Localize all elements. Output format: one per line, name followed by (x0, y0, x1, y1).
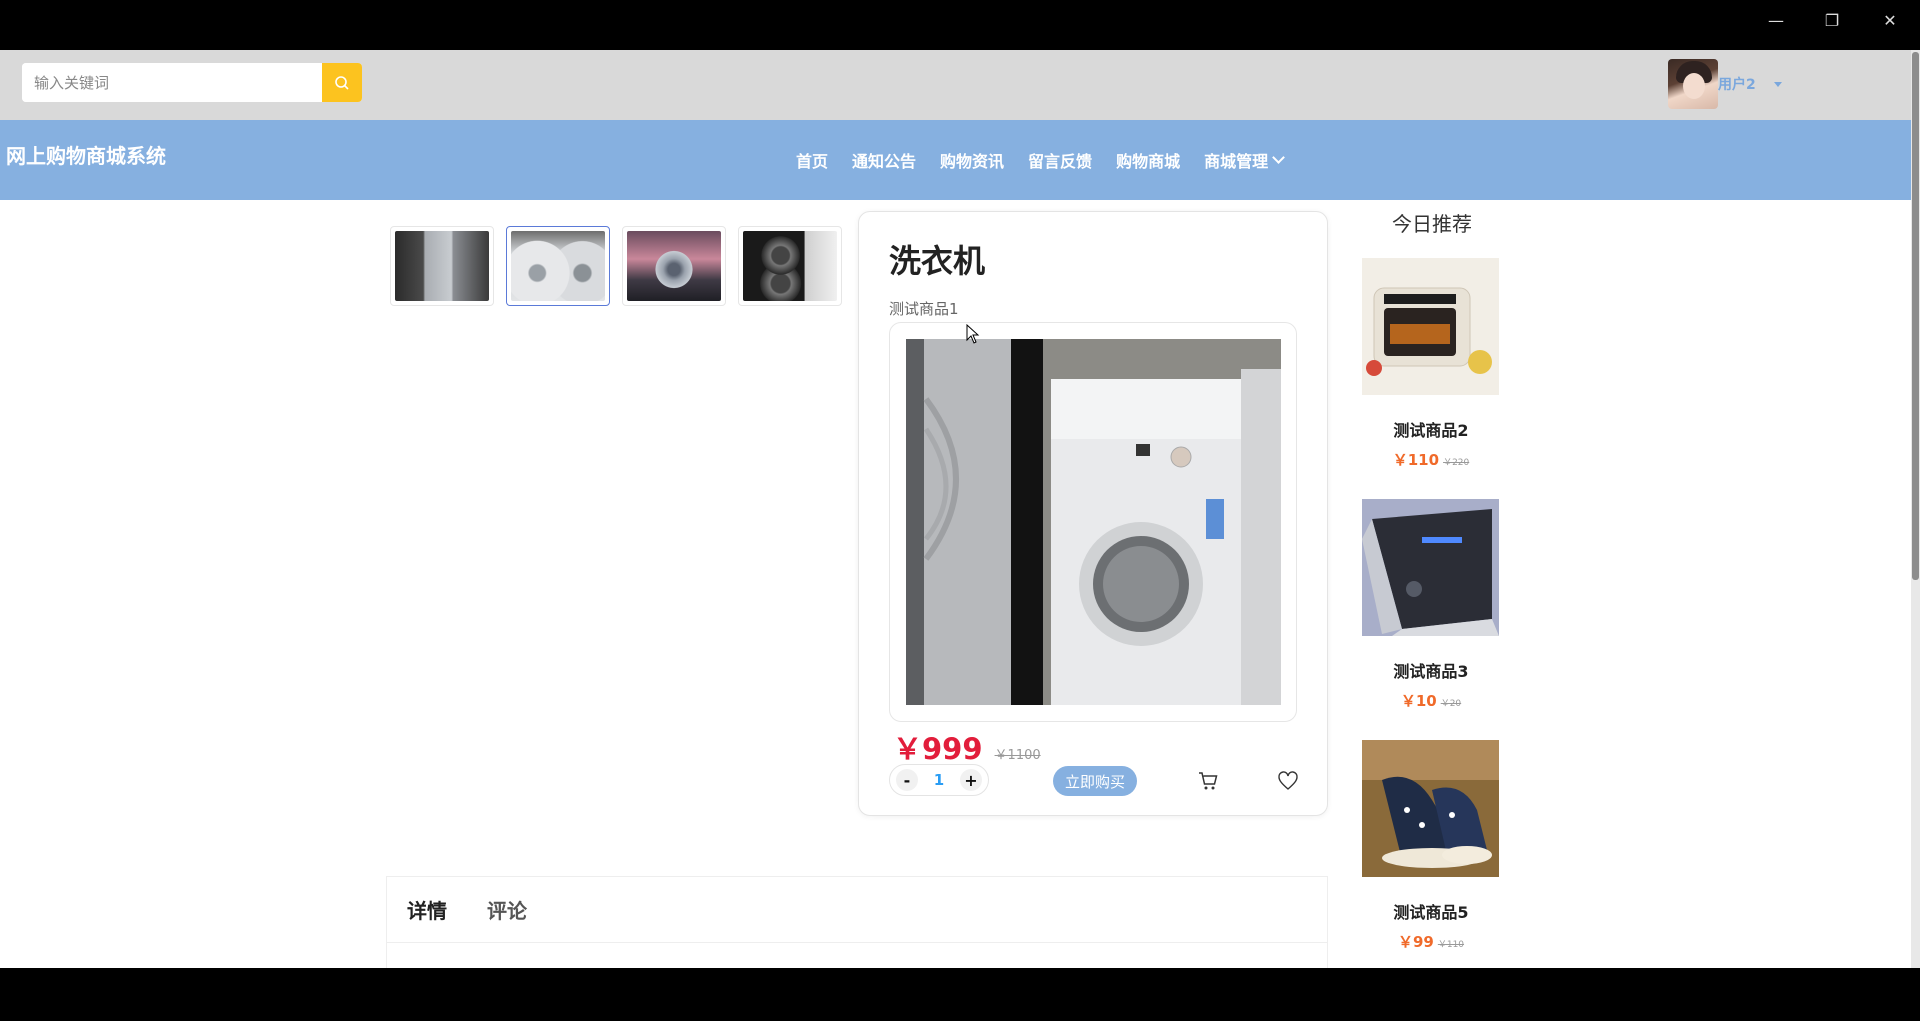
recommended-item[interactable]: 测试商品3 ￥10 ￥20 (1362, 499, 1500, 711)
chevron-down-icon (1272, 151, 1285, 164)
recommended-item-price: ￥10 (1400, 692, 1437, 710)
price-row: ￥999 ￥1100 (893, 726, 1041, 768)
range-hood-image (1362, 499, 1499, 636)
recommended-item-old-price: ￥110 (1437, 940, 1465, 950)
nav-item-notices[interactable]: 通知公告 (852, 148, 916, 172)
product-card: 洗衣机 测试商品1 ￥999 ￥1100 - 1 + 立即购买 (858, 211, 1328, 816)
minimize-button[interactable]: — (1756, 6, 1796, 34)
product-title: 洗衣机 (889, 242, 986, 280)
search-input[interactable] (22, 63, 322, 102)
top-bar: 用户2 (0, 50, 1911, 120)
recommended-item-name: 测试商品3 (1393, 662, 1469, 681)
recommended-item-price: ￥110 (1392, 451, 1440, 469)
product-subtitle: 测试商品1 (889, 300, 959, 318)
user-menu[interactable]: 用户2 (1668, 59, 1782, 109)
product-thumbnails (390, 226, 854, 306)
buy-now-button[interactable]: 立即购买 (1053, 766, 1137, 796)
tab-bar: 详情 评论 (387, 877, 1327, 943)
search-button[interactable] (322, 63, 362, 102)
oven-image (1362, 258, 1499, 395)
recommended-item-old-price: ￥220 (1443, 458, 1470, 468)
recommended-item-name: 测试商品2 (1393, 421, 1469, 440)
tab-comments[interactable]: 评论 (487, 895, 527, 924)
recommended-item-prices: ￥110 ￥220 (1362, 449, 1500, 470)
washer-thumbnail-image (395, 231, 489, 301)
quantity-stepper: - 1 + (889, 764, 989, 796)
recommended-item[interactable]: 测试商品2 ￥110 ￥220 (1362, 258, 1500, 470)
quantity-value[interactable]: 1 (934, 771, 944, 789)
search-box (22, 63, 362, 102)
increase-quantity-button[interactable]: + (960, 769, 982, 791)
nav-item-shopping-news[interactable]: 购物资讯 (940, 148, 1004, 172)
nav-menu: 首页 通知公告 购物资讯 留言反馈 购物商城 商城管理 (784, 120, 1295, 200)
scrollbar-thumb[interactable] (1912, 52, 1919, 580)
user-name: 用户2 (1718, 77, 1756, 93)
recommended-item-old-price: ￥20 (1440, 699, 1462, 709)
tab-details[interactable]: 详情 (407, 895, 447, 924)
recommendation-panel: 今日推荐 测试商品2 ￥110￥220 测试商品3 ￥10￥20 测试商品5 (1362, 200, 1502, 951)
washer-thumbnail-image (743, 231, 837, 301)
decrease-quantity-button[interactable]: - (896, 769, 918, 791)
recommended-item[interactable]: 测试商品5 ￥99 ￥110 (1362, 740, 1500, 952)
thumbnail-4[interactable] (738, 226, 842, 306)
nav-item-mall-admin[interactable]: 商城管理 (1204, 148, 1285, 172)
product-image-frame (889, 322, 1297, 722)
washer-thumbnail-image (511, 231, 605, 301)
recommended-item-prices: ￥99 ￥110 (1362, 931, 1500, 952)
washer-thumbnail-image (627, 231, 721, 301)
thumbnail-1[interactable] (390, 226, 494, 306)
current-price: ￥999 (893, 732, 983, 766)
bottom-bar (0, 968, 1920, 1021)
search-icon (335, 75, 349, 90)
recommended-item-name: 测试商品5 (1393, 903, 1469, 922)
detail-tabs-panel: 详情 评论 (386, 876, 1328, 968)
close-window-button[interactable]: ✕ (1870, 6, 1910, 34)
cart-icon[interactable] (1197, 770, 1219, 792)
restore-button[interactable]: ❐ (1812, 6, 1852, 34)
nav-item-mall-admin-label: 商城管理 (1204, 152, 1269, 171)
caret-down-icon (1773, 81, 1782, 87)
washing-machine-photo (906, 339, 1281, 705)
main-navbar: 网上购物商城系统 首页 通知公告 购物资讯 留言反馈 购物商城 商城管理 (0, 120, 1911, 200)
recommendation-title: 今日推荐 (1392, 212, 1472, 236)
window-titlebar: — ❐ ✕ (0, 0, 1920, 50)
nav-item-feedback[interactable]: 留言反馈 (1028, 148, 1092, 172)
thumbnail-2[interactable] (506, 226, 610, 306)
site-title: 网上购物商城系统 (6, 144, 166, 168)
nav-item-home[interactable]: 首页 (796, 148, 828, 172)
recommended-item-prices: ￥10 ￥20 (1362, 690, 1500, 711)
avatar (1668, 59, 1718, 109)
sneakers-image (1362, 740, 1499, 877)
page-scrollbar[interactable] (1911, 50, 1920, 968)
product-main-image (906, 339, 1281, 705)
mouse-cursor-icon (966, 324, 980, 344)
thumbnail-3[interactable] (622, 226, 726, 306)
nav-item-mall[interactable]: 购物商城 (1116, 148, 1180, 172)
page-viewport: 用户2 网上购物商城系统 首页 通知公告 购物资讯 留言反馈 购物商城 商城管理 (0, 50, 1920, 968)
original-price: ￥1100 (994, 748, 1041, 763)
heart-icon[interactable] (1277, 770, 1299, 792)
recommended-item-price: ￥99 (1397, 933, 1434, 951)
